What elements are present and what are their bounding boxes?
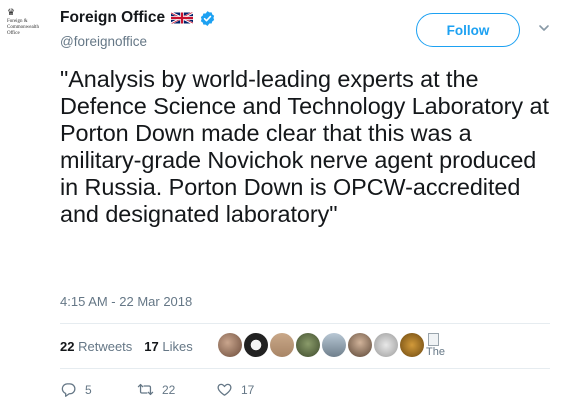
likes-stat[interactable]: 17 Likes	[144, 339, 192, 354]
liker-avatar[interactable]	[296, 333, 320, 357]
royal-crest-icon: ♛	[7, 7, 16, 17]
broken-image-icon	[428, 333, 439, 346]
divider	[60, 368, 550, 369]
liker-avatar[interactable]	[400, 333, 424, 357]
liker-avatar[interactable]	[270, 333, 294, 357]
verified-badge-icon	[200, 10, 215, 26]
retweets-label: Retweets	[78, 339, 133, 354]
tweet-actions: 5 22 17	[60, 381, 254, 398]
author-name-row[interactable]: Foreign Office	[60, 9, 216, 27]
uk-flag-icon	[171, 11, 194, 25]
likes-count: 17	[144, 339, 159, 354]
retweet-icon	[137, 383, 154, 396]
liker-avatar[interactable]	[244, 333, 268, 357]
like-action[interactable]: 17	[216, 381, 254, 398]
author-name[interactable]: Foreign Office	[60, 9, 165, 27]
tweet-card: ♛ Foreign & Commonwealth Office Foreign …	[0, 0, 576, 407]
liker-avatar[interactable]	[322, 333, 346, 357]
retweet-action[interactable]: 22	[137, 381, 216, 398]
retweet-count: 22	[162, 382, 176, 397]
divider	[60, 323, 550, 324]
broken-avatar-alt-text: The	[426, 346, 445, 358]
chevron-down-icon[interactable]	[537, 21, 551, 35]
liker-avatar[interactable]	[218, 333, 242, 357]
avatar-logo-text: Foreign & Commonwealth Office	[7, 19, 39, 36]
author-handle[interactable]: @foreignoffice	[60, 34, 147, 49]
reply-icon	[61, 383, 76, 397]
liker-avatars: The	[218, 333, 452, 363]
like-count: 17	[241, 382, 255, 397]
tweet-stats: 22 Retweets 17 Likes	[60, 339, 193, 354]
likes-label: Likes	[162, 339, 193, 354]
retweets-stat[interactable]: 22 Retweets	[60, 339, 132, 354]
tweet-timestamp[interactable]: 4:15 AM - 22 Mar 2018	[60, 294, 192, 309]
liker-avatar-broken[interactable]: The	[426, 333, 452, 363]
liker-avatar[interactable]	[374, 333, 398, 357]
reply-action[interactable]: 5	[60, 381, 137, 398]
retweets-count: 22	[60, 339, 75, 354]
follow-button[interactable]: Follow	[416, 13, 520, 47]
avatar[interactable]: ♛ Foreign & Commonwealth Office	[6, 8, 46, 48]
reply-count: 5	[85, 382, 92, 397]
tweet-text: "Analysis by world-leading experts at th…	[60, 66, 549, 227]
liker-avatar[interactable]	[348, 333, 372, 357]
heart-icon	[217, 383, 232, 396]
